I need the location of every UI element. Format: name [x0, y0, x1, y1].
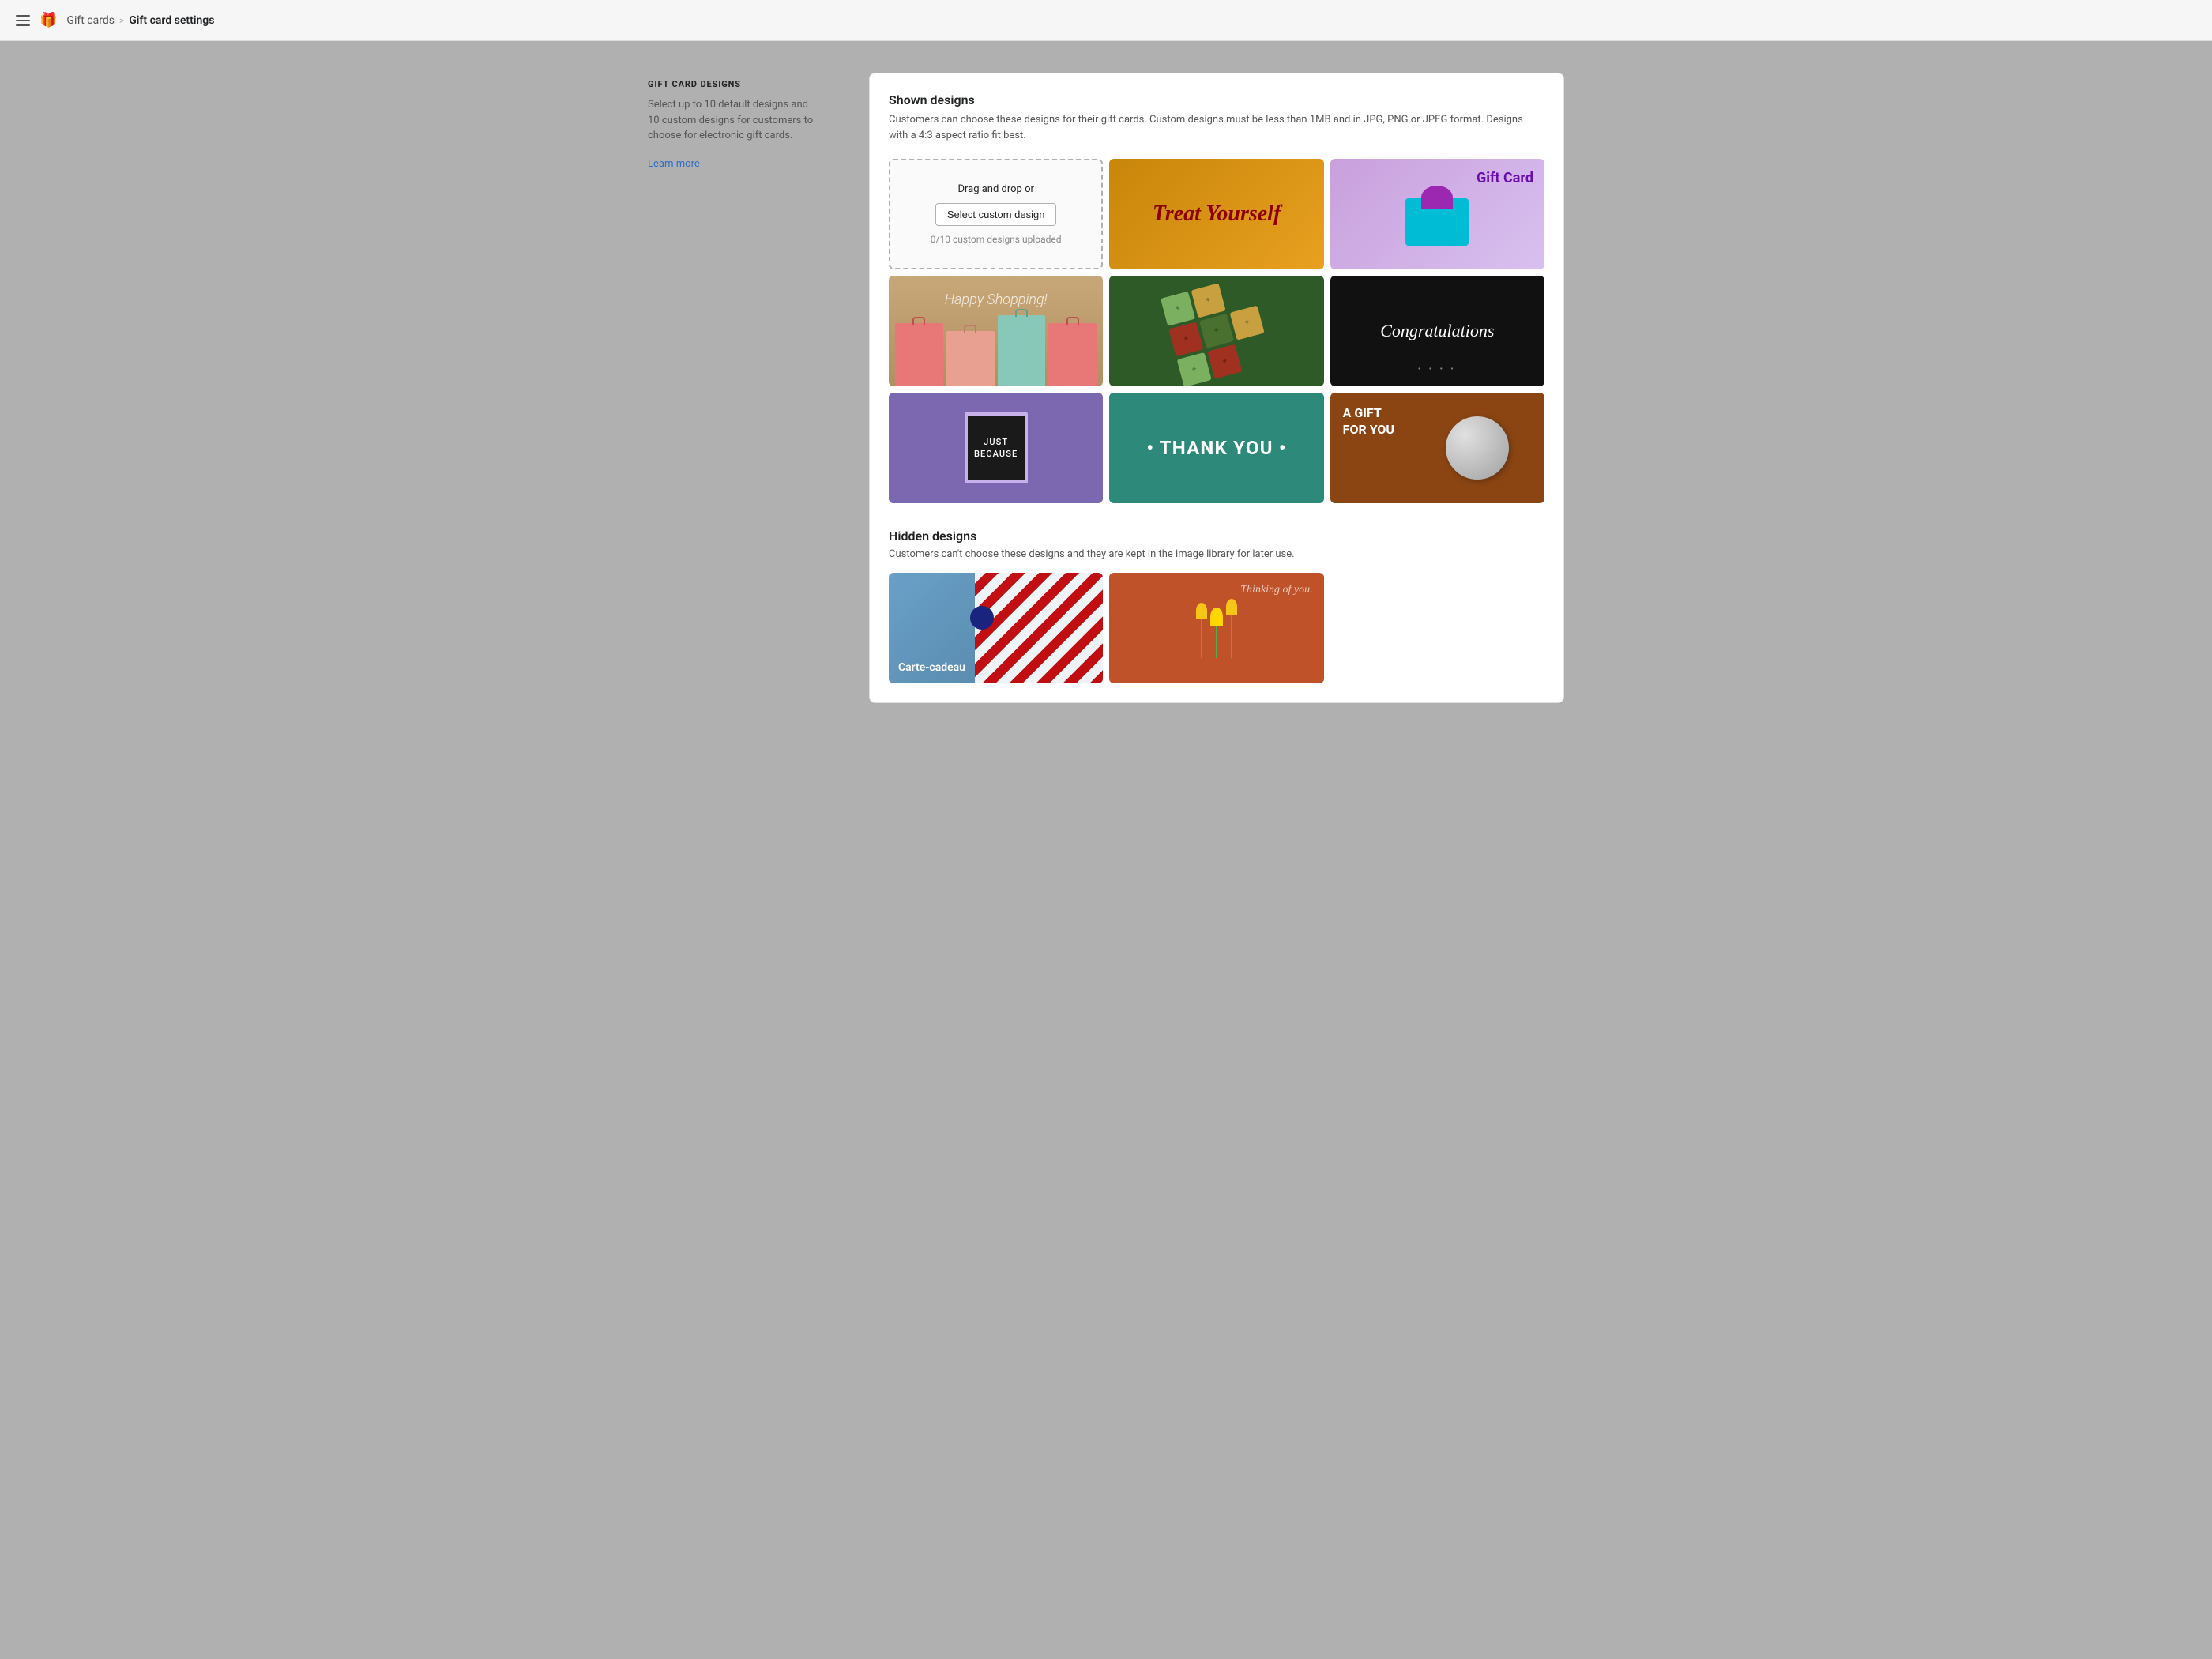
tulip-stem-1 — [1201, 619, 1202, 658]
box-green-1 — [1161, 292, 1195, 326]
tulip-3 — [1226, 599, 1237, 658]
box-gold-1 — [1191, 283, 1226, 318]
upload-count: 0/10 custom designs uploaded — [931, 234, 1062, 245]
carte-cadeau-text: Carte-cadeau — [898, 661, 965, 674]
box-dark — [1199, 314, 1234, 348]
design-card-congratulations[interactable]: Congratulations — [1330, 276, 1544, 386]
tulip-stem-2 — [1216, 626, 1217, 658]
hamburger-menu-button[interactable] — [16, 15, 30, 26]
gift-for-you-text: A GIFTFOR YOU — [1343, 405, 1394, 438]
tulip-1 — [1196, 603, 1207, 658]
gift-boxes-visual — [1161, 276, 1273, 386]
main-card: Shown designs Customers can choose these… — [869, 73, 1564, 703]
breadcrumb: Gift cards > Gift card settings — [66, 14, 214, 27]
box-red-2 — [1207, 344, 1242, 379]
shown-designs-title: Shown designs — [889, 92, 1544, 107]
tulip-head-2 — [1210, 608, 1223, 626]
design-card-carte-cadeau[interactable]: Carte-cadeau — [889, 573, 1103, 683]
congratulations-text: Congratulations — [1380, 321, 1494, 341]
design-card-treat-yourself[interactable]: Treat Yourself — [1109, 159, 1323, 269]
ribbon-decoration — [975, 573, 1104, 683]
header: 🎁 Gift cards > Gift card settings — [0, 0, 2212, 41]
shopping-bags-visual — [889, 314, 1103, 386]
silver-bow-shape — [1446, 416, 1509, 480]
design-card-thank-you[interactable]: • THANK YOU • — [1109, 393, 1323, 503]
select-custom-design-button[interactable]: Select custom design — [935, 203, 1057, 226]
just-because-text: JUSTBECAUSE — [974, 436, 1018, 461]
drag-drop-text: Drag and drop or — [957, 183, 1033, 195]
design-card-gift-for-you[interactable]: A GIFTFOR YOU — [1330, 393, 1544, 503]
hidden-designs-title: Hidden designs — [889, 529, 1544, 544]
design-card-thinking-of-you[interactable]: Thinking of you. — [1109, 573, 1323, 683]
ribbon-bow — [970, 606, 994, 630]
design-card-gift-boxes[interactable] — [1109, 276, 1323, 386]
bag-pink-2 — [1048, 323, 1097, 386]
treat-yourself-text: Treat Yourself — [1153, 201, 1281, 228]
upload-cell[interactable]: Drag and drop or Select custom design 0/… — [889, 159, 1103, 269]
breadcrumb-separator: > — [119, 15, 124, 26]
happy-shopping-text: Happy Shopping! — [945, 292, 1048, 308]
design-card-happy-shopping[interactable]: Happy Shopping! — [889, 276, 1103, 386]
tulip-stem-3 — [1231, 615, 1232, 658]
shown-designs-grid: Drag and drop or Select custom design 0/… — [889, 159, 1544, 503]
sidebar-description: Select up to 10 default designs and 10 c… — [648, 97, 822, 144]
bag-salmon — [946, 331, 995, 386]
breadcrumb-current-page: Gift card settings — [129, 14, 214, 27]
tulip-head-1 — [1196, 603, 1207, 619]
bag-teal — [998, 315, 1046, 386]
tulip-2 — [1210, 608, 1223, 658]
design-card-just-because[interactable]: JUSTBECAUSE — [889, 393, 1103, 503]
main-layout: GIFT CARD DESIGNS Select up to 10 defaul… — [600, 41, 1612, 735]
gift-cards-icon: 🎁 — [40, 12, 57, 28]
tulip-head-3 — [1226, 599, 1237, 615]
box-green-2 — [1177, 352, 1212, 386]
thinking-of-you-text: Thinking of you. — [1120, 584, 1312, 596]
hidden-designs-description: Customers can't choose these designs and… — [889, 548, 1544, 560]
design-card-gift-card[interactable]: Gift Card — [1330, 159, 1544, 269]
just-because-board: JUSTBECAUSE — [965, 412, 1028, 483]
shown-designs-description: Customers can choose these designs for t… — [889, 112, 1544, 143]
gift-card-label: Gift Card — [1477, 170, 1533, 186]
tulip-visual — [1196, 599, 1237, 658]
gift-box-visual — [1405, 198, 1469, 246]
box-red — [1168, 322, 1203, 356]
learn-more-link[interactable]: Learn more — [648, 158, 700, 170]
breadcrumb-gift-cards-link[interactable]: Gift cards — [66, 14, 115, 27]
box-gold-2 — [1230, 306, 1265, 340]
sidebar-section-title: GIFT CARD DESIGNS — [648, 79, 822, 89]
hidden-designs-grid: Carte-cadeau Thinking of you. — [889, 573, 1544, 683]
sidebar: GIFT CARD DESIGNS Select up to 10 defaul… — [648, 73, 822, 703]
bag-pink — [895, 323, 943, 386]
thank-you-text: • THANK YOU • — [1146, 437, 1286, 459]
silver-bow-visual — [1402, 393, 1544, 503]
